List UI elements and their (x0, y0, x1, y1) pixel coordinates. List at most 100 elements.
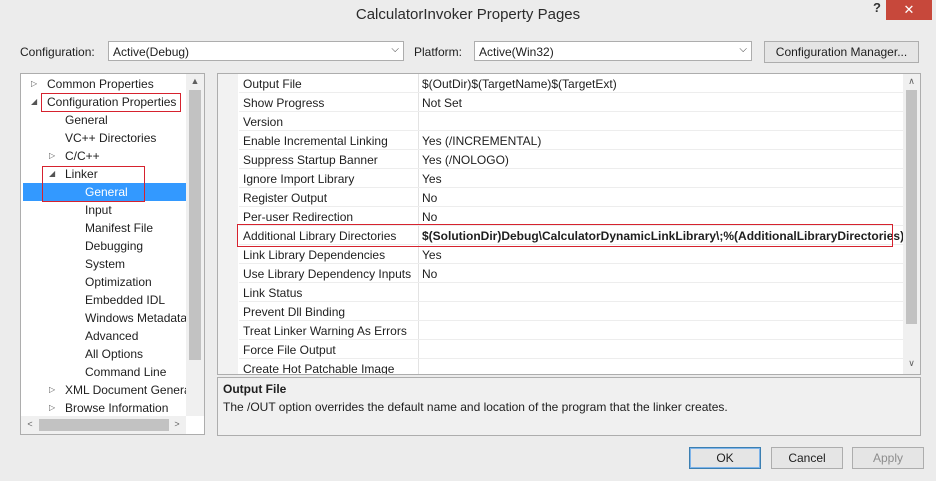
column-divider (418, 245, 419, 264)
expand-arrow-icon[interactable]: ▷ (31, 75, 37, 93)
property-name: Treat Linker Warning As Errors (243, 324, 407, 338)
tree-item[interactable]: Windows Metadata (21, 309, 187, 327)
column-divider (418, 283, 419, 302)
property-name: Link Library Dependencies (243, 248, 386, 262)
tree-item[interactable]: Input (21, 201, 186, 219)
tree-item[interactable]: ▷ Browse Information (21, 399, 186, 417)
property-row[interactable]: Create Hot Patchable Image (218, 359, 904, 374)
collapse-arrow-icon[interactable]: ◢ (31, 93, 37, 111)
property-value[interactable]: Not Set (422, 96, 462, 110)
tree-item[interactable]: General (21, 111, 186, 129)
property-row[interactable]: Register Output No (218, 188, 904, 207)
configuration-select[interactable]: Active(Debug) ⌵ (108, 41, 404, 61)
column-divider (418, 93, 419, 112)
window-title: CalculatorInvoker Property Pages (355, 6, 581, 23)
tree-item[interactable]: Manifest File (21, 219, 186, 237)
cancel-button[interactable]: Cancel (771, 447, 843, 469)
tree-item[interactable]: ▷ Common Properties (21, 75, 186, 93)
description-title: Output File (223, 382, 287, 396)
property-row[interactable]: Link Library Dependencies Yes (218, 245, 904, 264)
property-name: Per-user Redirection (243, 210, 354, 224)
property-name: Enable Incremental Linking (243, 134, 388, 148)
property-value[interactable]: $(OutDir)$(TargetName)$(TargetExt) (422, 77, 617, 91)
close-button[interactable]: ✕ (886, 0, 932, 20)
property-row[interactable]: Treat Linker Warning As Errors (218, 321, 904, 340)
highlight-additional-library-directories (237, 224, 893, 247)
tree-item-label: System (85, 257, 126, 271)
property-value[interactable]: No (422, 210, 437, 224)
description-text: The /OUT option overrides the default na… (223, 400, 728, 414)
property-row[interactable]: Output File $(OutDir)$(TargetName)$(Targe… (218, 74, 904, 93)
property-name: Use Library Dependency Inputs (243, 267, 412, 281)
scroll-left-icon[interactable]: < (21, 419, 39, 429)
property-row[interactable]: Force File Output (218, 340, 904, 359)
tree-item-label: All Options (85, 347, 144, 361)
property-row[interactable]: Show Progress Not Set (218, 93, 904, 112)
tree-item-label: Command Line (85, 365, 167, 379)
tree-item[interactable]: Embedded IDL (21, 291, 186, 309)
title-bar: CalculatorInvoker Property Pages ? ✕ (0, 0, 936, 30)
platform-select[interactable]: Active(Win32) ⌵ (474, 41, 752, 61)
property-value[interactable]: Yes (422, 172, 442, 186)
scroll-up-icon[interactable]: ▲ (186, 76, 204, 86)
tree-item-label: Input (85, 203, 112, 217)
tree-item[interactable]: All Options (21, 345, 186, 363)
property-row[interactable]: Suppress Startup Banner Yes (/NOLOGO) (218, 150, 904, 169)
tree-horizontal-scrollbar[interactable]: < > (21, 416, 186, 434)
tree-item[interactable]: Advanced (21, 327, 186, 345)
tree-item-label: General (65, 113, 108, 127)
chevron-down-icon: ⌵ (391, 44, 399, 55)
property-row[interactable]: Use Library Dependency Inputs No (218, 264, 904, 283)
tree-item-label: Embedded IDL (85, 293, 166, 307)
column-divider (418, 302, 419, 321)
tree-vertical-scrollbar[interactable]: ▲ (186, 74, 204, 416)
scroll-right-icon[interactable]: > (168, 419, 186, 429)
tree-item-label: Advanced (85, 329, 139, 343)
tree-item[interactable]: ▷ XML Document Genera (21, 381, 191, 399)
property-value[interactable]: No (422, 191, 437, 205)
property-name: Version (243, 115, 284, 129)
property-tree: ▷ Common Properties ◢ Configuration Propert… (20, 73, 205, 435)
column-divider (418, 74, 419, 93)
apply-button[interactable]: Apply (852, 447, 924, 469)
tree-hscroll-thumb[interactable] (39, 419, 169, 431)
property-row[interactable]: Prevent Dll Binding (218, 302, 904, 321)
tree-item[interactable]: ▷ C/C++ (21, 147, 186, 165)
expand-arrow-icon[interactable]: ▷ (49, 381, 55, 399)
tree-item-label: Optimization (85, 275, 152, 289)
property-value[interactable]: No (422, 267, 437, 281)
property-name: Prevent Dll Binding (243, 305, 346, 319)
property-name: Output File (243, 77, 302, 91)
tree-item[interactable]: Command Line (21, 363, 186, 381)
ok-button[interactable]: OK (689, 447, 761, 469)
grid-scroll-thumb[interactable] (906, 90, 917, 324)
expand-arrow-icon[interactable]: ▷ (49, 147, 55, 165)
property-row[interactable]: Link Status (218, 283, 904, 302)
platform-value: Active(Win32) (479, 45, 554, 59)
property-value[interactable]: Yes (422, 248, 442, 262)
configuration-manager-button[interactable]: Configuration Manager... (764, 41, 919, 63)
grid-vertical-scrollbar[interactable]: ∧ ∨ (903, 74, 920, 374)
tree-item-label: Browse Information (65, 401, 169, 415)
property-row[interactable]: Version (218, 112, 904, 131)
property-name: Show Progress (243, 96, 325, 110)
highlight-linker-general (42, 166, 145, 202)
property-row[interactable]: Ignore Import Library Yes (218, 169, 904, 188)
scroll-up-icon[interactable]: ∧ (903, 76, 920, 87)
expand-arrow-icon[interactable]: ▷ (49, 399, 55, 417)
property-name: Register Output (243, 191, 328, 205)
tree-item[interactable]: VC++ Directories (21, 129, 186, 147)
tree-item[interactable]: Optimization (21, 273, 186, 291)
tree-item-label: Common Properties (47, 77, 154, 91)
help-button[interactable]: ? (870, 0, 884, 22)
configuration-label: Configuration: (20, 45, 95, 59)
tree-item[interactable]: Debugging (21, 237, 186, 255)
column-divider (418, 321, 419, 340)
tree-scroll-thumb[interactable] (189, 90, 201, 360)
property-name: Ignore Import Library (243, 172, 355, 186)
property-row[interactable]: Enable Incremental Linking Yes (/INCREMEN… (218, 131, 904, 150)
property-value[interactable]: Yes (/INCREMENTAL) (422, 134, 541, 148)
tree-item[interactable]: System (21, 255, 186, 273)
property-value[interactable]: Yes (/NOLOGO) (422, 153, 509, 167)
scroll-down-icon[interactable]: ∨ (903, 358, 920, 369)
